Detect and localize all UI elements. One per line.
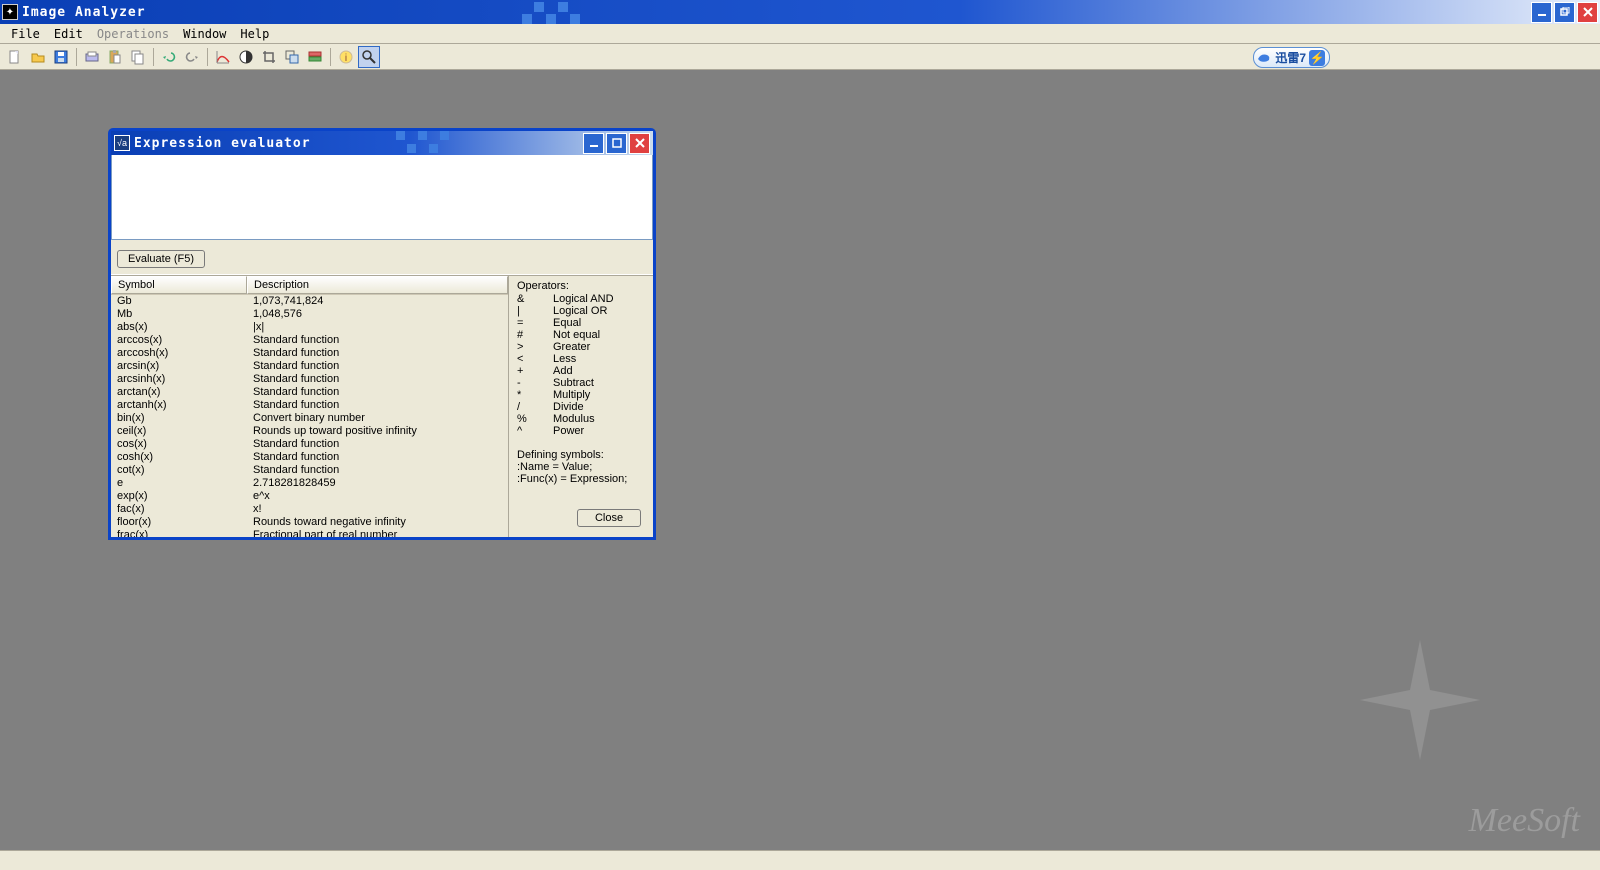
symbol-row[interactable]: abs(x)|x| <box>111 321 508 334</box>
symbol-row[interactable]: bin(x)Convert binary number <box>111 412 508 425</box>
crop-icon[interactable] <box>258 46 280 68</box>
undo-icon[interactable] <box>158 46 180 68</box>
symbol-row[interactable]: exp(x)e^x <box>111 490 508 503</box>
menu-edit[interactable]: Edit <box>47 25 90 43</box>
operator-row: &Logical AND <box>517 293 645 305</box>
symbol-row[interactable]: Mb1,048,576 <box>111 308 508 321</box>
info-icon[interactable]: i <box>335 46 357 68</box>
contrast-icon[interactable] <box>235 46 257 68</box>
dialog-maximize-button[interactable] <box>606 133 627 154</box>
symbol-row[interactable]: arcsin(x)Standard function <box>111 360 508 373</box>
bird-icon <box>1256 50 1272 66</box>
new-icon[interactable] <box>4 46 26 68</box>
symbols-header-symbol[interactable]: Symbol <box>111 276 247 294</box>
operator-row: =Equal <box>517 317 645 329</box>
operator-row: <Less <box>517 353 645 365</box>
app-title: Image Analyzer <box>22 5 146 20</box>
symbol-row[interactable]: frac(x)Fractional part of real number <box>111 529 508 537</box>
scan-icon[interactable] <box>81 46 103 68</box>
operator-row: ^Power <box>517 425 645 437</box>
close-dialog-button[interactable]: Close <box>577 509 641 527</box>
symbol-row[interactable]: cosh(x)Standard function <box>111 451 508 464</box>
operator-row: /Divide <box>517 401 645 413</box>
svg-text:i: i <box>345 53 347 64</box>
resize-icon[interactable] <box>281 46 303 68</box>
bolt-icon: ⚡ <box>1309 50 1325 66</box>
symbol-row[interactable]: arccos(x)Standard function <box>111 334 508 347</box>
menu-file[interactable]: File <box>4 25 47 43</box>
symbols-list[interactable]: Gb1,073,741,824Mb1,048,576abs(x)|x|arcco… <box>111 295 508 537</box>
symbols-header-description[interactable]: Description <box>247 276 508 294</box>
menu-window[interactable]: Window <box>176 25 233 43</box>
dialog-title: Expression evaluator <box>134 136 311 151</box>
app-icon <box>2 4 18 20</box>
menu-operations: Operations <box>90 25 176 43</box>
operator-row: -Subtract <box>517 377 645 389</box>
defining-line: :Name = Value; <box>517 461 645 473</box>
menu-help[interactable]: Help <box>233 25 276 43</box>
paste-icon[interactable] <box>104 46 126 68</box>
redo-icon[interactable] <box>181 46 203 68</box>
grid-icon[interactable] <box>304 46 326 68</box>
operator-row: |Logical OR <box>517 305 645 317</box>
symbol-row[interactable]: fac(x)x! <box>111 503 508 516</box>
open-icon[interactable] <box>27 46 49 68</box>
close-button[interactable] <box>1577 2 1598 23</box>
symbol-row[interactable]: floor(x)Rounds toward negative infinity <box>111 516 508 529</box>
operator-row: *Multiply <box>517 389 645 401</box>
toolbar: i 迅雷7 ⚡ <box>0 44 1600 70</box>
dialog-close-button[interactable] <box>629 133 650 154</box>
symbol-row[interactable]: ceil(x)Rounds up toward positive infinit… <box>111 425 508 438</box>
main-titlebar: Image Analyzer <box>0 0 1600 24</box>
watermark-text: MeeSoft <box>1469 802 1580 840</box>
operator-row: %Modulus <box>517 413 645 425</box>
curve-icon[interactable] <box>212 46 234 68</box>
symbol-row[interactable]: arcsinh(x)Standard function <box>111 373 508 386</box>
dialog-minimize-button[interactable] <box>583 133 604 154</box>
symbol-row[interactable]: arctan(x)Standard function <box>111 386 508 399</box>
minimize-button[interactable] <box>1531 2 1552 23</box>
symbol-row[interactable]: arccosh(x)Standard function <box>111 347 508 360</box>
save-icon[interactable] <box>50 46 72 68</box>
dialog-titlebar[interactable]: √a Expression evaluator <box>111 131 653 155</box>
xunlei-badge[interactable]: 迅雷7 ⚡ <box>1253 47 1330 68</box>
formula-icon: √a <box>114 135 130 151</box>
operator-row: #Not equal <box>517 329 645 341</box>
statusbar <box>0 850 1600 870</box>
symbol-row[interactable]: cot(x)Standard function <box>111 464 508 477</box>
expression-evaluator-dialog: √a Expression evaluator Evaluate (F5) Sy… <box>108 128 656 540</box>
copy-icon[interactable] <box>127 46 149 68</box>
defining-line: :Func(x) = Expression; <box>517 473 645 485</box>
restore-button[interactable] <box>1554 2 1575 23</box>
badge-text: 迅雷7 <box>1275 49 1306 66</box>
symbol-row[interactable]: arctanh(x)Standard function <box>111 399 508 412</box>
operator-row: +Add <box>517 365 645 377</box>
operator-row: >Greater <box>517 341 645 353</box>
defining-title: Defining symbols: <box>517 449 645 461</box>
zoom-icon[interactable] <box>358 46 380 68</box>
expression-input[interactable] <box>111 155 653 240</box>
symbol-row[interactable]: Gb1,073,741,824 <box>111 295 508 308</box>
symbol-row[interactable]: cos(x)Standard function <box>111 438 508 451</box>
menubar: File Edit Operations Window Help <box>0 24 1600 44</box>
symbol-row[interactable]: e2.718281828459 <box>111 477 508 490</box>
operators-title: Operators: <box>517 280 645 292</box>
evaluate-button[interactable]: Evaluate (F5) <box>117 250 205 268</box>
